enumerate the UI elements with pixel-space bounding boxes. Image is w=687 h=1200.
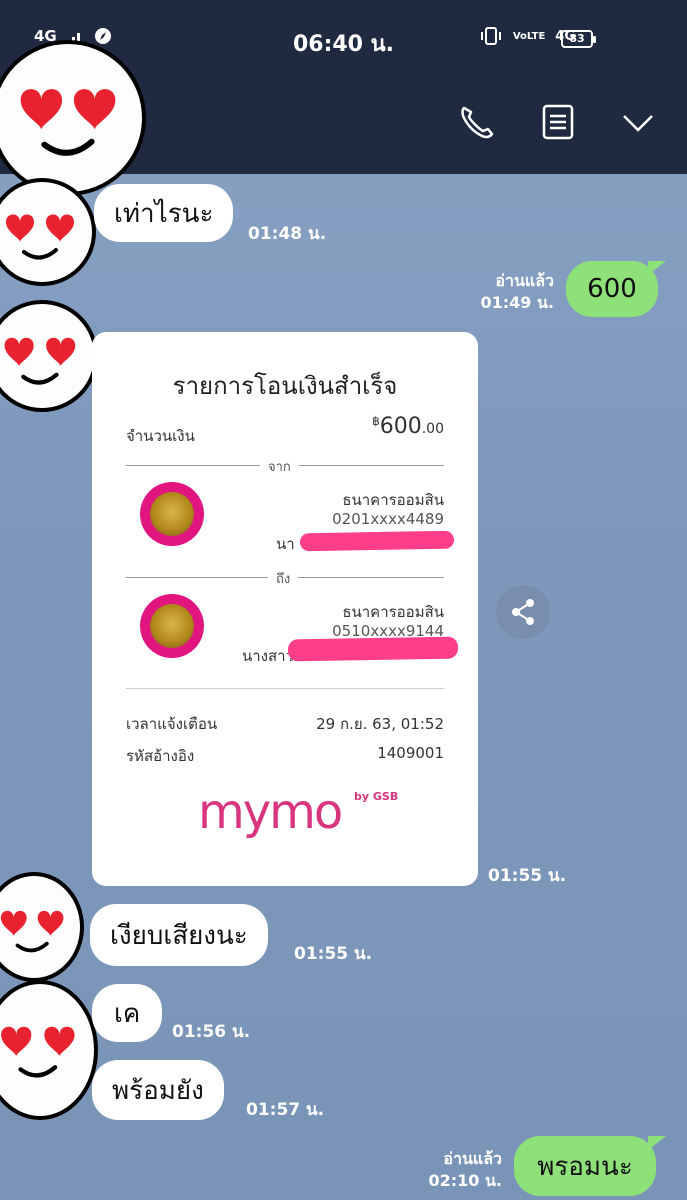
message-bubble-incoming[interactable]: เงียบเสียงนะ <box>90 904 268 966</box>
message-bubble-outgoing[interactable]: 600 <box>566 261 658 317</box>
transfer-slip-image[interactable]: รายการโอนเงินสำเร็จ จำนวนเงิน ฿600.00 จา… <box>92 332 478 886</box>
heart-eyes-emoji-icon <box>0 910 64 953</box>
message-text: เงียบเสียงนะ <box>110 920 248 951</box>
avatar-sticker[interactable] <box>0 980 98 1120</box>
message-text: พรอมนะ <box>537 1151 633 1182</box>
phone-icon[interactable] <box>454 100 498 144</box>
volte-label: VoLTE <box>512 30 546 42</box>
battery-indicator: 83 <box>561 30 596 48</box>
amount-decimal: .00 <box>421 421 444 437</box>
to-bank: ธนาคารออมสิน <box>342 603 444 621</box>
gsb-emblem-icon <box>150 604 194 648</box>
notify-label: เวลาแจ้งเตือน <box>126 715 218 733</box>
read-receipt: อ่านแล้ว 02:10 น. <box>420 1148 502 1192</box>
avatar-sticker[interactable] <box>0 178 96 286</box>
avatar-sticker[interactable] <box>0 40 146 196</box>
message-bubble-incoming[interactable]: เค <box>92 984 163 1042</box>
read-label: อ่านแล้ว <box>495 271 554 290</box>
message-text: 600 <box>587 274 637 304</box>
heart-eyes-emoji-icon <box>4 337 76 385</box>
to-name: นางสาว <box>242 647 295 665</box>
message-time: 01:55 น. <box>294 944 373 964</box>
message-text: เค <box>114 998 141 1029</box>
message-bubble-outgoing[interactable]: พรอมนะ <box>514 1136 656 1196</box>
from-name: นา <box>276 535 295 553</box>
heart-eyes-emoji-icon <box>1 1026 75 1078</box>
gsb-logo <box>140 594 204 658</box>
mymo-logo: mymo <box>198 784 343 840</box>
gsb-logo <box>140 482 204 546</box>
redaction-mark <box>299 530 455 552</box>
message-text: เท่าไรนะ <box>114 198 214 229</box>
from-label: จาก <box>260 456 299 477</box>
divider <box>126 688 444 689</box>
to-label: ถึง <box>268 568 299 589</box>
message-time: 02:10 น. <box>428 1171 502 1190</box>
avatar-sticker[interactable] <box>0 872 84 982</box>
read-label: อ่านแล้ว <box>443 1149 502 1168</box>
amount-value: ฿600.00 <box>372 414 444 439</box>
ref-value: 1409001 <box>377 744 444 762</box>
currency-symbol: ฿ <box>372 414 380 428</box>
avatar-sticker[interactable] <box>0 300 98 412</box>
message-bubble-incoming[interactable]: พร้อมยัง <box>92 1060 224 1120</box>
chevron-down-icon[interactable] <box>616 100 660 144</box>
heart-eyes-emoji-icon <box>20 89 116 156</box>
ref-label: รหัสอ้างอิง <box>126 747 195 765</box>
heart-eyes-emoji-icon <box>6 214 74 260</box>
message-time: 01:56 น. <box>172 1022 251 1042</box>
notes-icon[interactable] <box>536 100 580 144</box>
from-bank: ธนาคารออมสิน <box>342 491 444 509</box>
notify-value: 29 ก.ย. 63, 01:52 <box>316 715 444 733</box>
vibrate-icon <box>480 27 501 45</box>
message-bubble-incoming[interactable]: เท่าไรนะ <box>94 184 234 242</box>
share-button[interactable] <box>496 585 550 639</box>
from-account: 0201xxxx4489 <box>332 510 444 528</box>
slip-title: รายการโอนเงินสำเร็จ <box>172 372 398 400</box>
message-time: 01:48 น. <box>248 224 327 244</box>
gsb-emblem-icon <box>150 492 194 536</box>
amount-main: 600 <box>379 414 422 439</box>
amount-label: จำนวนเงิน <box>126 427 195 445</box>
message-time: 01:55 น. <box>488 866 567 886</box>
message-time: 01:57 น. <box>246 1100 325 1120</box>
mymo-by-gsb: by GSB <box>354 790 399 803</box>
message-time: 01:49 น. <box>480 293 554 312</box>
share-icon <box>512 599 534 625</box>
redaction-mark <box>287 636 459 662</box>
read-receipt: อ่านแล้ว 01:49 น. <box>470 270 554 314</box>
message-text: พร้อมยัง <box>112 1075 204 1106</box>
